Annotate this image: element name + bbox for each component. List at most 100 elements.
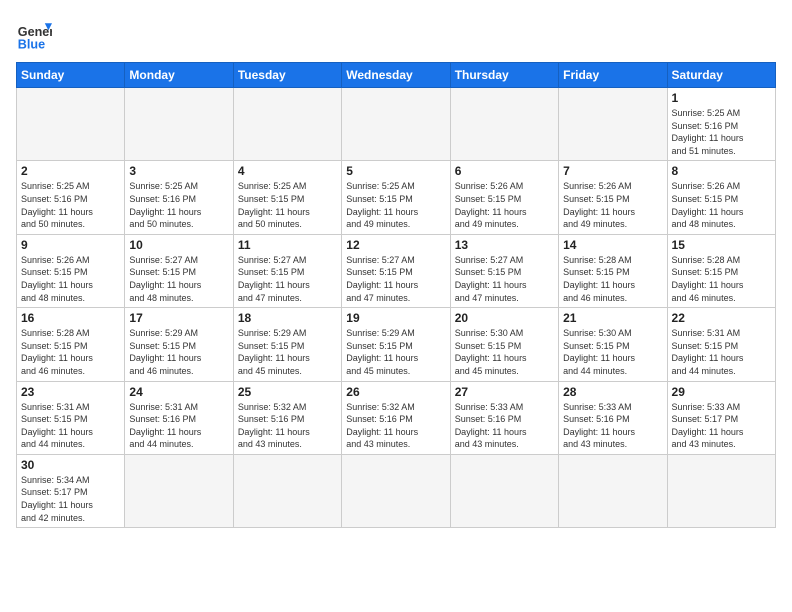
day-number: 26 bbox=[346, 385, 445, 399]
day-info: Sunrise: 5:33 AM Sunset: 5:16 PM Dayligh… bbox=[563, 401, 662, 451]
day-number: 19 bbox=[346, 311, 445, 325]
day-number: 20 bbox=[455, 311, 554, 325]
calendar-cell: 20Sunrise: 5:30 AM Sunset: 5:15 PM Dayli… bbox=[450, 308, 558, 381]
day-info: Sunrise: 5:31 AM Sunset: 5:15 PM Dayligh… bbox=[21, 401, 120, 451]
day-number: 3 bbox=[129, 164, 228, 178]
calendar-header-friday: Friday bbox=[559, 63, 667, 88]
day-number: 30 bbox=[21, 458, 120, 472]
calendar-cell: 7Sunrise: 5:26 AM Sunset: 5:15 PM Daylig… bbox=[559, 161, 667, 234]
day-info: Sunrise: 5:25 AM Sunset: 5:16 PM Dayligh… bbox=[129, 180, 228, 230]
day-info: Sunrise: 5:27 AM Sunset: 5:15 PM Dayligh… bbox=[346, 254, 445, 304]
calendar-cell: 22Sunrise: 5:31 AM Sunset: 5:15 PM Dayli… bbox=[667, 308, 775, 381]
day-info: Sunrise: 5:33 AM Sunset: 5:16 PM Dayligh… bbox=[455, 401, 554, 451]
calendar-header-wednesday: Wednesday bbox=[342, 63, 450, 88]
day-number: 5 bbox=[346, 164, 445, 178]
calendar-table: SundayMondayTuesdayWednesdayThursdayFrid… bbox=[16, 62, 776, 528]
day-info: Sunrise: 5:30 AM Sunset: 5:15 PM Dayligh… bbox=[563, 327, 662, 377]
calendar-cell: 6Sunrise: 5:26 AM Sunset: 5:15 PM Daylig… bbox=[450, 161, 558, 234]
calendar-cell bbox=[559, 454, 667, 527]
calendar-cell: 28 Sunrise: 5:33 AM Sunset: 5:16 PM Dayli… bbox=[559, 381, 667, 454]
calendar-cell: 14 Sunrise: 5:28 AM Sunset: 5:15 PM Dayli… bbox=[559, 234, 667, 307]
day-info: Sunrise: 5:26 AM Sunset: 5:15 PM Dayligh… bbox=[672, 180, 771, 230]
calendar-cell bbox=[450, 88, 558, 161]
day-number: 14 bbox=[563, 238, 662, 252]
calendar-cell: 26Sunrise: 5:32 AM Sunset: 5:16 PM Dayli… bbox=[342, 381, 450, 454]
svg-text:Blue: Blue bbox=[18, 37, 45, 51]
calendar-cell bbox=[667, 454, 775, 527]
day-number: 8 bbox=[672, 164, 771, 178]
calendar-cell: 21 Sunrise: 5:30 AM Sunset: 5:15 PM Dayli… bbox=[559, 308, 667, 381]
day-info: Sunrise: 5:25 AM Sunset: 5:16 PM Dayligh… bbox=[21, 180, 120, 230]
calendar-cell: 12 Sunrise: 5:27 AM Sunset: 5:15 PM Dayli… bbox=[342, 234, 450, 307]
day-number: 29 bbox=[672, 385, 771, 399]
day-number: 13 bbox=[455, 238, 554, 252]
calendar-cell: 19 Sunrise: 5:29 AM Sunset: 5:15 PM Dayli… bbox=[342, 308, 450, 381]
calendar-cell: 10Sunrise: 5:27 AM Sunset: 5:15 PM Dayli… bbox=[125, 234, 233, 307]
day-number: 6 bbox=[455, 164, 554, 178]
page-header: General Blue bbox=[16, 16, 776, 52]
day-number: 9 bbox=[21, 238, 120, 252]
calendar-cell: 13 Sunrise: 5:27 AM Sunset: 5:15 PM Dayli… bbox=[450, 234, 558, 307]
day-number: 27 bbox=[455, 385, 554, 399]
calendar-week-row: 2 Sunrise: 5:25 AM Sunset: 5:16 PM Daylig… bbox=[17, 161, 776, 234]
day-number: 4 bbox=[238, 164, 337, 178]
day-info: Sunrise: 5:34 AM Sunset: 5:17 PM Dayligh… bbox=[21, 474, 120, 524]
day-number: 17 bbox=[129, 311, 228, 325]
day-info: Sunrise: 5:27 AM Sunset: 5:15 PM Dayligh… bbox=[455, 254, 554, 304]
day-info: Sunrise: 5:25 AM Sunset: 5:15 PM Dayligh… bbox=[346, 180, 445, 230]
calendar-cell: 16 Sunrise: 5:28 AM Sunset: 5:15 PM Dayli… bbox=[17, 308, 125, 381]
calendar-cell bbox=[17, 88, 125, 161]
day-info: Sunrise: 5:29 AM Sunset: 5:15 PM Dayligh… bbox=[346, 327, 445, 377]
calendar-cell: 8 Sunrise: 5:26 AM Sunset: 5:15 PM Daylig… bbox=[667, 161, 775, 234]
calendar-week-row: 16 Sunrise: 5:28 AM Sunset: 5:15 PM Dayli… bbox=[17, 308, 776, 381]
day-info: Sunrise: 5:33 AM Sunset: 5:17 PM Dayligh… bbox=[672, 401, 771, 451]
day-info: Sunrise: 5:26 AM Sunset: 5:15 PM Dayligh… bbox=[21, 254, 120, 304]
day-info: Sunrise: 5:28 AM Sunset: 5:15 PM Dayligh… bbox=[672, 254, 771, 304]
calendar-week-row: 30 Sunrise: 5:34 AM Sunset: 5:17 PM Dayli… bbox=[17, 454, 776, 527]
calendar-cell bbox=[559, 88, 667, 161]
calendar-cell: 17 Sunrise: 5:29 AM Sunset: 5:15 PM Dayli… bbox=[125, 308, 233, 381]
calendar-cell bbox=[233, 88, 341, 161]
calendar-cell bbox=[450, 454, 558, 527]
calendar-header-row: SundayMondayTuesdayWednesdayThursdayFrid… bbox=[17, 63, 776, 88]
day-info: Sunrise: 5:29 AM Sunset: 5:15 PM Dayligh… bbox=[129, 327, 228, 377]
calendar-cell: 15 Sunrise: 5:28 AM Sunset: 5:15 PM Dayli… bbox=[667, 234, 775, 307]
calendar-header-thursday: Thursday bbox=[450, 63, 558, 88]
day-info: Sunrise: 5:25 AM Sunset: 5:16 PM Dayligh… bbox=[672, 107, 771, 157]
logo-icon: General Blue bbox=[16, 16, 52, 52]
day-number: 2 bbox=[21, 164, 120, 178]
calendar-header-monday: Monday bbox=[125, 63, 233, 88]
day-number: 15 bbox=[672, 238, 771, 252]
day-number: 18 bbox=[238, 311, 337, 325]
day-info: Sunrise: 5:31 AM Sunset: 5:15 PM Dayligh… bbox=[672, 327, 771, 377]
day-info: Sunrise: 5:32 AM Sunset: 5:16 PM Dayligh… bbox=[238, 401, 337, 451]
calendar-cell: 3 Sunrise: 5:25 AM Sunset: 5:16 PM Daylig… bbox=[125, 161, 233, 234]
day-number: 21 bbox=[563, 311, 662, 325]
calendar-week-row: 1Sunrise: 5:25 AM Sunset: 5:16 PM Daylig… bbox=[17, 88, 776, 161]
calendar-cell: 1Sunrise: 5:25 AM Sunset: 5:16 PM Daylig… bbox=[667, 88, 775, 161]
calendar-cell: 5 Sunrise: 5:25 AM Sunset: 5:15 PM Daylig… bbox=[342, 161, 450, 234]
day-info: Sunrise: 5:28 AM Sunset: 5:15 PM Dayligh… bbox=[563, 254, 662, 304]
day-number: 28 bbox=[563, 385, 662, 399]
calendar-cell: 24 Sunrise: 5:31 AM Sunset: 5:16 PM Dayli… bbox=[125, 381, 233, 454]
day-number: 24 bbox=[129, 385, 228, 399]
calendar-cell: 27 Sunrise: 5:33 AM Sunset: 5:16 PM Dayli… bbox=[450, 381, 558, 454]
calendar-cell: 18 Sunrise: 5:29 AM Sunset: 5:15 PM Dayli… bbox=[233, 308, 341, 381]
calendar-header-sunday: Sunday bbox=[17, 63, 125, 88]
calendar-cell: 11 Sunrise: 5:27 AM Sunset: 5:15 PM Dayli… bbox=[233, 234, 341, 307]
calendar-cell bbox=[233, 454, 341, 527]
day-number: 11 bbox=[238, 238, 337, 252]
calendar-cell: 4 Sunrise: 5:25 AM Sunset: 5:15 PM Daylig… bbox=[233, 161, 341, 234]
day-info: Sunrise: 5:31 AM Sunset: 5:16 PM Dayligh… bbox=[129, 401, 228, 451]
day-number: 12 bbox=[346, 238, 445, 252]
day-number: 16 bbox=[21, 311, 120, 325]
calendar-cell bbox=[342, 454, 450, 527]
day-info: Sunrise: 5:29 AM Sunset: 5:15 PM Dayligh… bbox=[238, 327, 337, 377]
calendar-cell bbox=[342, 88, 450, 161]
day-info: Sunrise: 5:28 AM Sunset: 5:15 PM Dayligh… bbox=[21, 327, 120, 377]
calendar-header-tuesday: Tuesday bbox=[233, 63, 341, 88]
day-info: Sunrise: 5:25 AM Sunset: 5:15 PM Dayligh… bbox=[238, 180, 337, 230]
day-info: Sunrise: 5:27 AM Sunset: 5:15 PM Dayligh… bbox=[238, 254, 337, 304]
calendar-cell bbox=[125, 88, 233, 161]
calendar-header-saturday: Saturday bbox=[667, 63, 775, 88]
